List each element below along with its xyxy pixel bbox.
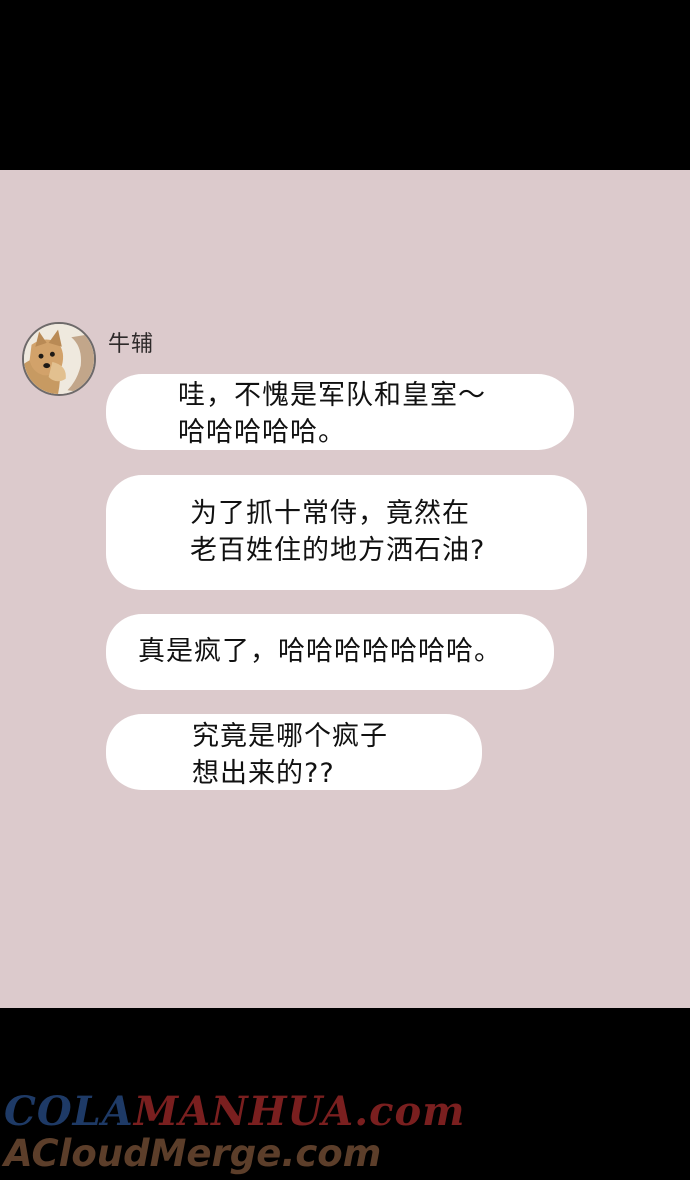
message-text: 真是疯了，哈哈哈哈哈哈哈。: [138, 636, 502, 667]
message-bubble[interactable]: 为了抓十常侍，竟然在 老百姓住的地方洒石油?: [106, 475, 587, 590]
sender-name: 牛辅: [108, 332, 155, 357]
message-text: 哇，不愧是军队和皇室～: [178, 380, 486, 411]
message-bubble[interactable]: 真是疯了，哈哈哈哈哈哈哈。: [106, 614, 554, 690]
message-bubble[interactable]: 哇，不愧是军队和皇室～ 哈哈哈哈哈。: [106, 374, 574, 450]
message-text: 想出来的??: [192, 758, 335, 789]
message-bubble[interactable]: 究竟是哪个疯子 想出来的??: [106, 714, 482, 790]
watermark-part: COLA: [4, 1088, 134, 1135]
dog-icon: [24, 324, 94, 394]
watermark-colamanhua: COLAMANHUA.com: [4, 1088, 465, 1135]
message-text: 究竟是哪个疯子: [192, 721, 388, 752]
avatar[interactable]: [22, 322, 96, 396]
message-text: 哈哈哈哈哈。: [178, 417, 346, 448]
message-text: 老百姓住的地方洒石油?: [190, 535, 486, 566]
message-text: 为了抓十常侍，竟然在: [190, 498, 470, 529]
watermark-part: MANHUA.com: [133, 1088, 466, 1135]
watermark-acloudmerge: ACloudMerge.com: [4, 1132, 382, 1175]
